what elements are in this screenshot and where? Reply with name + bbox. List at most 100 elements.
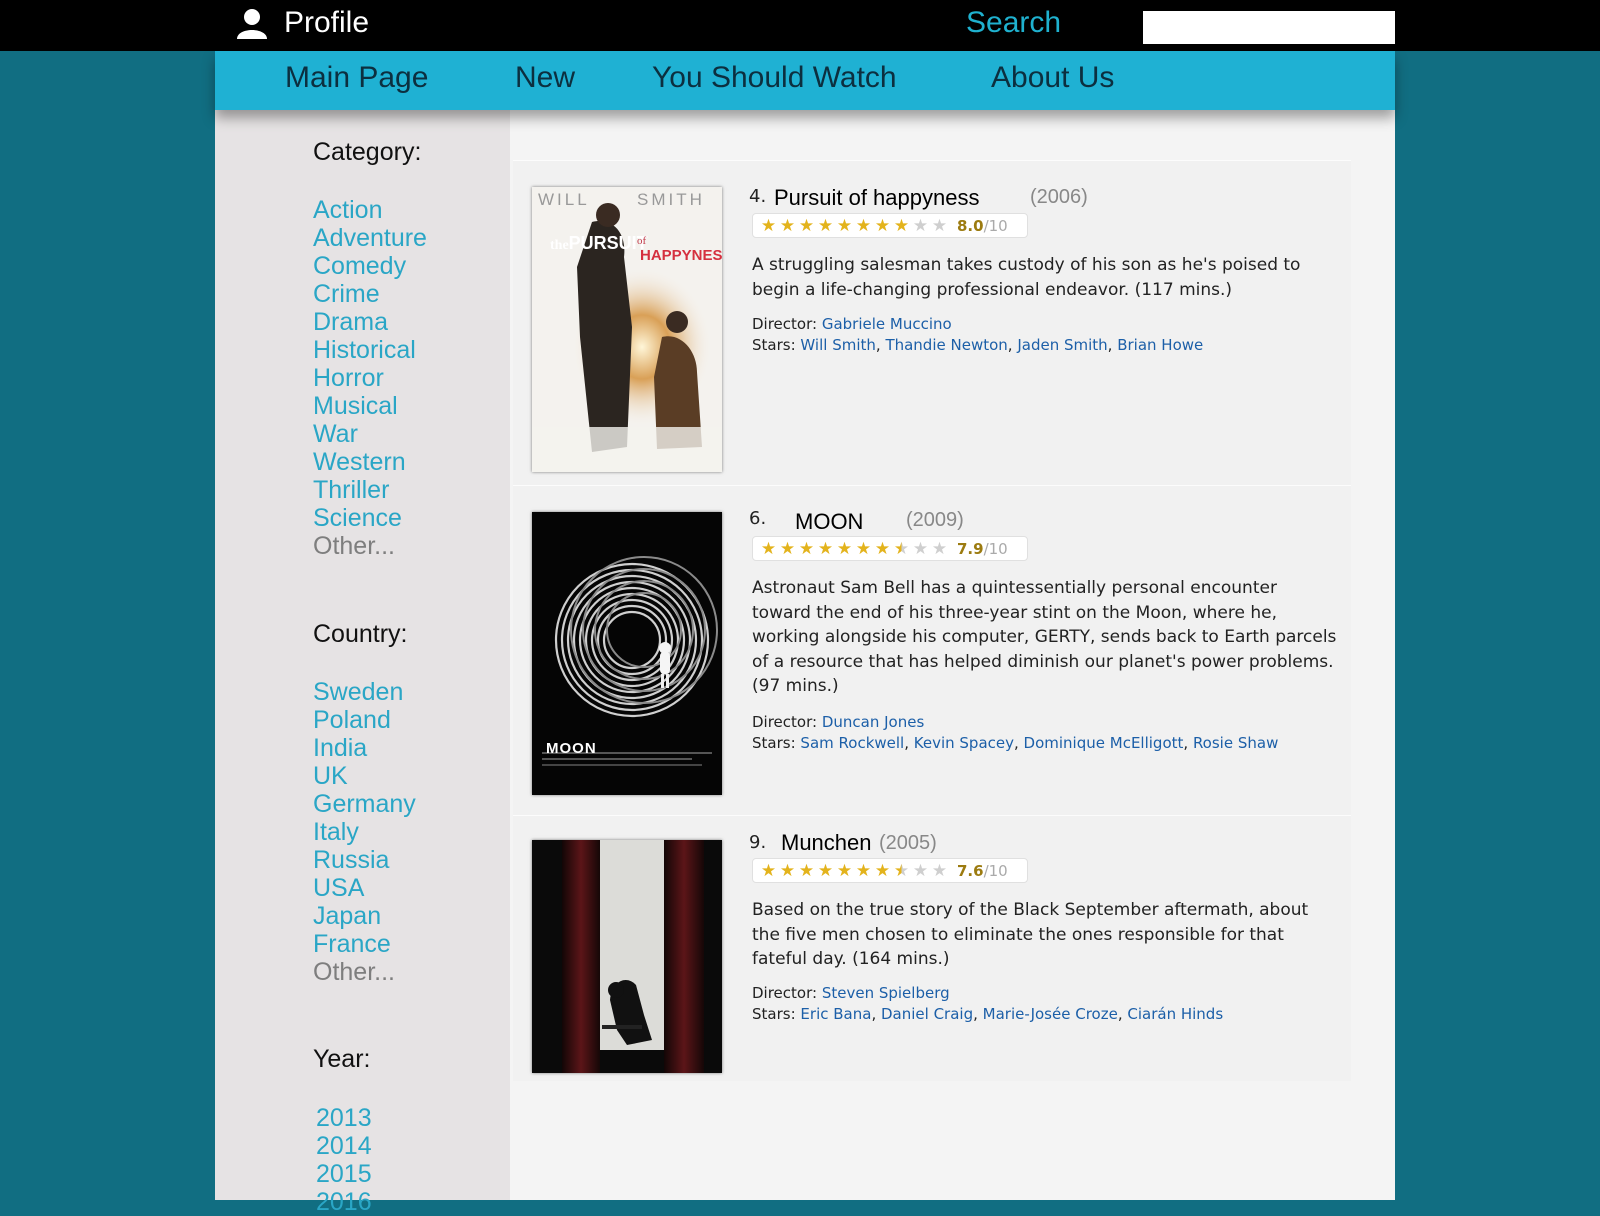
movie-title[interactable]: MOON xyxy=(795,509,863,535)
poster-text: PURSUIT xyxy=(568,233,648,253)
star-link[interactable]: Ciarán Hinds xyxy=(1127,1005,1223,1023)
country-item[interactable]: Sweden xyxy=(313,678,416,706)
star-icon: ★ xyxy=(760,538,777,559)
year-item[interactable]: 2014 xyxy=(316,1132,372,1160)
search-label[interactable]: Search xyxy=(966,6,1061,40)
category-item[interactable]: Historical xyxy=(313,336,427,364)
year-item[interactable]: 2016 xyxy=(316,1188,372,1216)
star-icon: ★ xyxy=(760,215,777,236)
movie-poster[interactable] xyxy=(532,840,722,1073)
movie-card: WILL SMITH thePURSUIT of HAPPYNESS 4. Pu… xyxy=(513,160,1351,486)
category-item[interactable]: Comedy xyxy=(313,252,427,280)
director-link[interactable]: Gabriele Muccino xyxy=(822,315,952,333)
country-item[interactable]: USA xyxy=(313,874,416,902)
country-item[interactable]: Russia xyxy=(313,846,416,874)
category-item[interactable]: Musical xyxy=(313,392,427,420)
category-item[interactable]: Drama xyxy=(313,308,427,336)
movie-description: Astronaut Sam Bell has a quintessentiall… xyxy=(752,578,1337,696)
star-icon: ★ xyxy=(912,215,929,236)
star-link[interactable]: Thandie Newton xyxy=(885,336,1007,354)
movie-year: (2009) xyxy=(906,509,964,531)
movie-description: Based on the true story of the Black Sep… xyxy=(752,900,1309,969)
profile-link[interactable]: Profile xyxy=(236,6,369,40)
movie-rank: 9. xyxy=(749,832,767,853)
nav-you-should-watch[interactable]: You Should Watch xyxy=(652,61,897,95)
main-nav: Main Page New You Should Watch About Us xyxy=(215,51,1395,110)
star-link[interactable]: Daniel Craig xyxy=(881,1005,973,1023)
star-icon: ★ xyxy=(836,215,853,236)
star-icon: ★ xyxy=(931,538,948,559)
category-item[interactable]: Thriller xyxy=(313,476,427,504)
poster-text: SMITH xyxy=(637,190,705,209)
category-other-link[interactable]: Other... xyxy=(313,532,427,560)
director-link[interactable]: Duncan Jones xyxy=(822,713,924,731)
star-rating: ★ ★ ★ ★ ★ ★ ★ ★ ★ ★ xyxy=(759,539,949,559)
director-link[interactable]: Steven Spielberg xyxy=(822,984,950,1002)
poster-text: HAPPYNESS xyxy=(640,247,722,264)
category-item[interactable]: Western xyxy=(313,448,427,476)
movie-title[interactable]: Pursuit of happyness xyxy=(774,185,979,211)
star-icon: ★ xyxy=(893,860,910,881)
stars-line: Stars: Eric Bana, Daniel Craig, Marie-Jo… xyxy=(752,1005,1224,1023)
star-link[interactable]: Jaden Smith xyxy=(1017,336,1107,354)
star-link[interactable]: Sam Rockwell xyxy=(800,734,904,752)
star-link[interactable]: Rosie Shaw xyxy=(1193,734,1278,752)
director-line: Director: Duncan Jones xyxy=(752,713,924,731)
star-link[interactable]: Dominique McElligott xyxy=(1024,734,1184,752)
nav-main-page[interactable]: Main Page xyxy=(285,61,428,95)
category-item[interactable]: War xyxy=(313,420,427,448)
country-item[interactable]: Germany xyxy=(313,790,416,818)
country-item[interactable]: Japan xyxy=(313,902,416,930)
star-link[interactable]: Eric Bana xyxy=(800,1005,871,1023)
star-icon: ★ xyxy=(893,215,910,236)
movie-list: WILL SMITH thePURSUIT of HAPPYNESS 4. Pu… xyxy=(510,110,1395,1200)
category-item[interactable]: Horror xyxy=(313,364,427,392)
year-item[interactable]: 2015 xyxy=(316,1160,372,1188)
star-link[interactable]: Kevin Spacey xyxy=(914,734,1014,752)
star-icon: ★ xyxy=(855,538,872,559)
director-line: Director: Steven Spielberg xyxy=(752,984,950,1002)
star-icon: ★ xyxy=(931,215,948,236)
movie-title[interactable]: Munchen xyxy=(781,830,872,856)
country-item[interactable]: UK xyxy=(313,762,416,790)
movie-year: (2005) xyxy=(879,832,937,854)
star-icon: ★ xyxy=(912,538,929,559)
star-icon: ★ xyxy=(817,860,834,881)
star-link[interactable]: Will Smith xyxy=(800,336,875,354)
top-bar: Profile Search xyxy=(0,0,1600,51)
movie-rank: 4. xyxy=(749,186,767,207)
country-item[interactable]: Poland xyxy=(313,706,416,734)
country-item[interactable]: Italy xyxy=(313,818,416,846)
search-input[interactable] xyxy=(1143,11,1395,44)
star-link[interactable]: Marie-Josée Croze xyxy=(983,1005,1118,1023)
director-line: Director: Gabriele Muccino xyxy=(752,315,952,333)
star-link[interactable]: Brian Howe xyxy=(1117,336,1203,354)
rating-out-of: /10 xyxy=(983,539,1008,558)
rating-out-of: /10 xyxy=(983,216,1008,235)
country-item[interactable]: India xyxy=(313,734,416,762)
director-label: Director: xyxy=(752,984,818,1002)
rating-box: ★ ★ ★ ★ ★ ★ ★ ★ ★ ★ 7.9/10 xyxy=(752,536,1028,561)
star-icon: ★ xyxy=(874,860,891,881)
star-icon: ★ xyxy=(760,860,777,881)
category-item[interactable]: Crime xyxy=(313,280,427,308)
star-icon: ★ xyxy=(893,538,910,559)
rating-box: ★ ★ ★ ★ ★ ★ ★ ★ ★ ★ 8.0/10 xyxy=(752,213,1028,238)
category-item[interactable]: Action xyxy=(313,196,427,224)
movie-rank: 6. xyxy=(749,508,767,529)
stars-label: Stars: xyxy=(752,1005,796,1023)
nav-new[interactable]: New xyxy=(515,61,575,95)
star-icon: ★ xyxy=(817,538,834,559)
nav-about-us[interactable]: About Us xyxy=(991,61,1114,95)
category-item[interactable]: Adventure xyxy=(313,224,427,252)
category-item[interactable]: Science xyxy=(313,504,427,532)
poster-text: of xyxy=(637,235,647,247)
year-item[interactable]: 2013 xyxy=(316,1104,372,1132)
country-item[interactable]: France xyxy=(313,930,416,958)
star-icon: ★ xyxy=(855,215,872,236)
movie-poster[interactable]: MOON xyxy=(532,512,722,795)
country-title: Country: xyxy=(313,620,408,648)
movie-poster[interactable]: WILL SMITH thePURSUIT of HAPPYNESS xyxy=(532,187,722,472)
star-icon: ★ xyxy=(874,215,891,236)
country-other-link[interactable]: Other... xyxy=(313,958,416,986)
